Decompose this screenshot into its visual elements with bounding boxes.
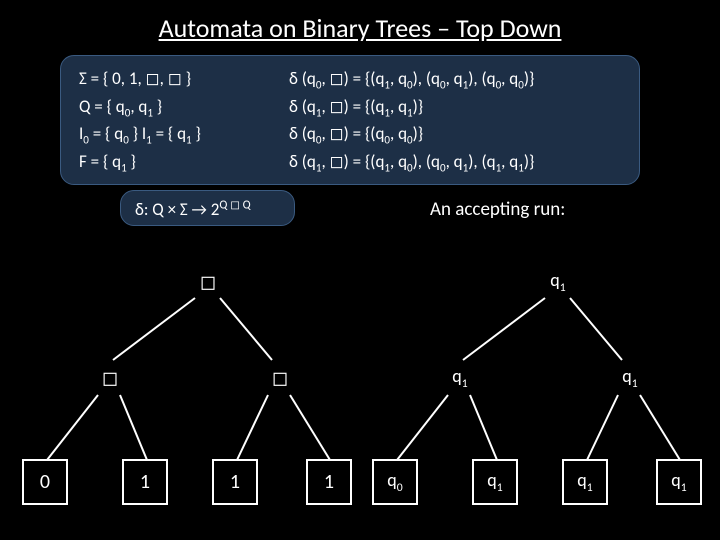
right-r: q1: [622, 365, 637, 391]
right-rr: q1: [671, 469, 686, 495]
right-rl: q1: [577, 469, 592, 495]
right-ll: q0: [387, 469, 402, 495]
right-l: q1: [452, 365, 467, 391]
right-tree-node-boxes: [0, 0, 720, 540]
right-lr: q1: [487, 469, 502, 495]
right-root: q1: [550, 269, 565, 295]
